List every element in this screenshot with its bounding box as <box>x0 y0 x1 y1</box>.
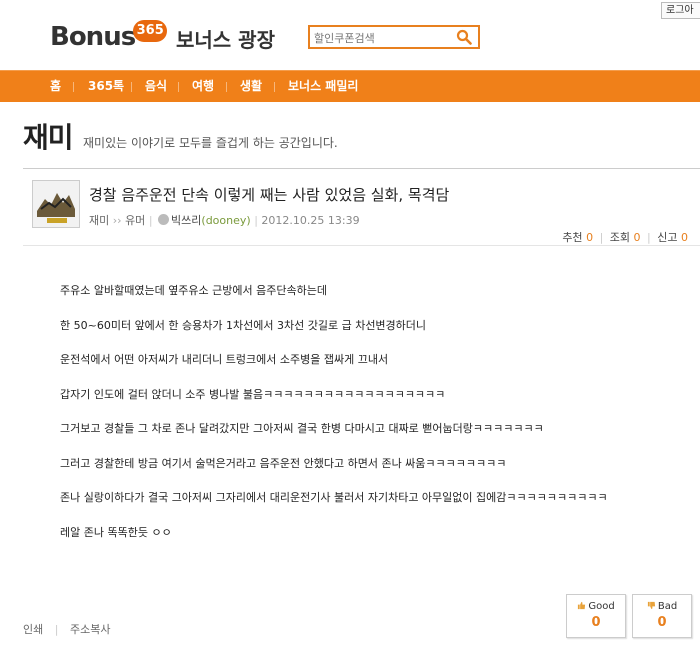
nav-divider <box>178 82 179 92</box>
body-paragraph: 레알 존나 똑똑한듯 ㅇㅇ <box>60 525 172 539</box>
body-paragraph: 그러고 경찰한테 방금 여기서 술먹은거라고 음주운전 안했다고 하면서 존나 … <box>60 456 507 470</box>
logo-text: Bonus <box>50 22 136 52</box>
nav-item-365talk[interactable]: 365톡 <box>88 71 124 102</box>
section-title: 재미 <box>23 121 74 154</box>
body-paragraph: 갑자기 인도에 걸터 앉더니 소주 병나발 불음ㅋㅋㅋㅋㅋㅋㅋㅋㅋㅋㅋㅋㅋㅋㅋㅋ… <box>60 387 446 401</box>
footer-links: 인쇄 | 주소복사 <box>23 621 110 637</box>
author-name[interactable]: 빅쓰리 <box>171 214 201 227</box>
copy-url-link[interactable]: 주소복사 <box>70 623 110 636</box>
stats-divider: | <box>599 231 604 244</box>
site-title: 보너스 광장 <box>176 28 275 52</box>
post-stats: 추천 0 | 조회 0 | 신고 0 <box>562 229 688 245</box>
nav-item-life[interactable]: 생활 <box>240 71 262 102</box>
body-paragraph: 주유소 알바할때였는데 옆주유소 근방에서 음주단속하는데 <box>60 284 327 297</box>
author-id[interactable]: (dooney) <box>201 214 250 227</box>
body-paragraph: 한 50~60미터 앞에서 한 승용차가 1차선에서 3차선 갓길로 급 차선변… <box>60 318 427 332</box>
stats-divider: | <box>647 231 651 244</box>
print-link[interactable]: 인쇄 <box>23 623 43 636</box>
good-label-row: Good <box>567 601 625 612</box>
thumbs-up-icon <box>578 601 586 610</box>
post-date: 2012.10.25 13:39 <box>261 214 360 227</box>
bonus365-logo[interactable]: Bonus365 <box>50 20 168 52</box>
nav-divider <box>131 82 132 92</box>
chevron-right-icon: ›› <box>112 214 122 227</box>
meta-divider: | <box>254 214 258 227</box>
bad-label-row: Bad <box>633 601 691 612</box>
nav-divider <box>73 82 74 92</box>
footer-divider: | <box>54 623 59 636</box>
good-count: 0 <box>591 615 601 630</box>
report-label[interactable]: 신고 <box>657 231 677 244</box>
breadcrumb-subcategory[interactable]: 유머 <box>125 214 145 227</box>
post-body: 주유소 알바할때였는데 옆주유소 근방에서 음주단속하는데 한 50~60미터 … <box>60 282 608 558</box>
report-count: 0 <box>681 231 688 244</box>
good-label: Good <box>588 601 615 612</box>
top-header: Bonus365 보너스 광장 <box>0 0 700 70</box>
thumbs-down-icon <box>647 601 655 610</box>
good-button[interactable]: Good 0 <box>566 594 626 638</box>
post-title: 경찰 음주운전 단속 이렇게 째는 사람 있었음 실화, 목격담 <box>89 186 450 204</box>
breadcrumb-category[interactable]: 재미 <box>89 214 109 227</box>
bad-count: 0 <box>657 615 667 630</box>
recommend-label: 추천 <box>562 231 583 244</box>
views-label: 조회 <box>609 231 631 244</box>
body-paragraph: 그거보고 경찰들 그 차로 존나 달려갔지만 그아저씨 결국 한병 다마시고 대… <box>60 422 544 435</box>
section-description: 재미있는 이야기로 모두를 즐겁게 하는 공간입니다. <box>83 136 338 150</box>
search-icon[interactable] <box>456 29 472 45</box>
nav-divider <box>274 82 275 92</box>
post-meta: 재미 ›› 유머 | 빅쓰리(dooney) | 2012.10.25 13:3… <box>89 212 360 228</box>
search-box <box>308 25 480 49</box>
logo-badge: 365 <box>133 20 168 42</box>
recommend-count: 0 <box>586 231 594 244</box>
nav-item-food[interactable]: 음식 <box>145 71 167 102</box>
divider <box>23 168 700 169</box>
bad-label: Bad <box>657 601 678 612</box>
main-nav: 홈 365톡 음식 여행 생활 보너스 패밀리 <box>0 70 700 102</box>
views-count: 0 <box>633 231 641 244</box>
body-paragraph: 운전석에서 어떤 아저씨가 내리더니 트렁크에서 소주병을 잽싸게 끄내서 <box>60 353 389 366</box>
nav-item-bonus-family[interactable]: 보너스 패밀리 <box>288 71 358 102</box>
nav-item-home[interactable]: 홈 <box>50 71 61 102</box>
bad-button[interactable]: Bad 0 <box>632 594 692 638</box>
post-thumbnail[interactable] <box>32 180 80 228</box>
nav-divider <box>226 82 227 92</box>
meta-divider: | <box>148 214 153 227</box>
search-input[interactable] <box>310 28 448 49</box>
divider <box>23 245 700 246</box>
user-level-icon <box>158 214 170 225</box>
thumbnail-image <box>33 181 79 227</box>
nav-item-travel[interactable]: 여행 <box>192 71 214 102</box>
body-paragraph: 존나 실랑이하다가 결국 그아저씨 그자리에서 대리운전기사 불러서 자기차타고… <box>60 491 608 504</box>
